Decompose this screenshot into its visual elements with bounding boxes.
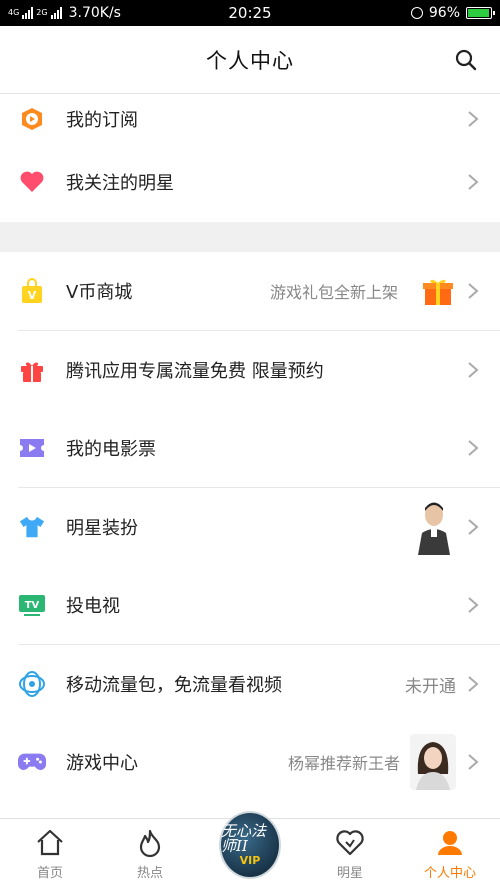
alarm-icon: [410, 7, 423, 19]
menu-item-mobile-data[interactable]: 移动流量包，免流量看视频 未开通: [0, 645, 500, 723]
menu-label: 我的电影票: [66, 439, 156, 460]
network-speed: 3.70K/s: [68, 5, 121, 21]
user-icon: [438, 831, 462, 855]
menu-label: 我关注的明星: [66, 173, 174, 194]
vip-badge-label: VIP: [239, 853, 261, 867]
menu-item-star-outfit[interactable]: 明星装扮: [0, 488, 500, 566]
battery-percent: 96%: [428, 5, 460, 21]
chevron-right-icon: [468, 362, 479, 378]
chevron-right-icon: [468, 111, 479, 127]
search-icon[interactable]: [454, 48, 478, 72]
tab-vip[interactable]: 无心法师II VIP: [200, 811, 300, 888]
menu-label: 我的订阅: [66, 110, 138, 131]
flame-icon: [139, 829, 161, 858]
menu-hint: 未开通: [405, 676, 456, 697]
tab-stars[interactable]: 明星: [300, 819, 400, 888]
home-icon: [37, 829, 63, 856]
title-bar: 个人中心: [0, 26, 500, 94]
chevron-right-icon: [468, 440, 479, 456]
menu-label: 移动流量包，免流量看视频: [66, 675, 282, 696]
menu-item-subscription[interactable]: 我的订阅: [0, 95, 500, 143]
gift-promo-icon: [423, 279, 453, 305]
page-title: 个人中心: [206, 48, 294, 73]
menu-label: 游戏中心: [66, 753, 138, 774]
chevron-right-icon: [468, 519, 479, 535]
status-right: 96%: [410, 5, 495, 21]
menu-list: 我的订阅 我关注的明星 V V币商城 游戏礼包全新上架 腾讯应用专属流量免费 限…: [0, 95, 500, 801]
section-gap: [0, 222, 500, 252]
menu-hint: 游戏礼包全新上架: [269, 283, 398, 302]
svg-text:TV: TV: [25, 600, 40, 611]
battery-icon: [466, 7, 495, 19]
menu-label: 明星装扮: [66, 518, 138, 539]
menu-item-tencent-data[interactable]: 腾讯应用专属流量免费 限量预约: [0, 331, 500, 409]
tab-profile[interactable]: 个人中心: [400, 819, 500, 888]
network-4g-label: 4G: [8, 8, 20, 17]
heart-icon: [18, 168, 46, 196]
star-avatar-image: [410, 499, 456, 555]
battery-fill: [468, 9, 490, 17]
gamepad-icon: [18, 748, 46, 776]
menu-item-vcoin-mall[interactable]: V V币商城 游戏礼包全新上架: [0, 252, 500, 330]
menu-item-game-center[interactable]: 游戏中心 杨幂推荐新王者: [0, 723, 500, 801]
tab-label: 首页: [36, 866, 63, 881]
china-mobile-icon: [18, 670, 46, 698]
ticket-play-icon: [18, 434, 46, 462]
menu-item-cast-tv[interactable]: TV 投电视: [0, 566, 500, 644]
tshirt-icon: [18, 513, 46, 541]
vip-badge-title: 无心法师II: [221, 821, 267, 855]
tab-label: 明星: [336, 866, 363, 881]
heart-outline-icon: [336, 830, 364, 856]
menu-label: 腾讯应用专属流量免费 限量预约: [66, 361, 324, 382]
menu-label: V币商城: [66, 282, 133, 303]
star-avatar-image: [410, 734, 456, 790]
tab-home[interactable]: 首页: [0, 819, 100, 888]
signal-icon-2: [50, 7, 62, 19]
menu-item-movie-tickets[interactable]: 我的电影票: [0, 409, 500, 487]
menu-hint: 杨幂推荐新王者: [287, 754, 400, 773]
vip-promo-badge: 无心法师II VIP: [219, 811, 281, 879]
chevron-right-icon: [468, 174, 479, 190]
bottom-tab-bar: 首页 热点 无心法师II VIP 明星 个人中心: [0, 811, 500, 888]
play-subscription-icon: [18, 105, 46, 133]
menu-label: 投电视: [66, 596, 120, 617]
svg-text:V: V: [28, 289, 37, 302]
menu-item-followed-stars[interactable]: 我关注的明星: [0, 143, 500, 221]
shopping-bag-icon: V: [18, 277, 46, 305]
chevron-right-icon: [468, 597, 479, 613]
tab-label: 热点: [136, 866, 163, 881]
status-left: 4G 2G 3.70K/s: [8, 5, 121, 21]
tab-hot[interactable]: 热点: [100, 819, 200, 888]
gift-box-icon: [18, 356, 46, 384]
tab-label: 个人中心: [423, 866, 476, 881]
tv-icon: TV: [18, 591, 46, 619]
chevron-right-icon: [468, 676, 479, 692]
signal-icon: [22, 7, 34, 19]
network-2g-label: 2G: [36, 8, 48, 17]
chevron-right-icon: [468, 283, 479, 299]
chevron-right-icon: [468, 754, 479, 770]
status-bar: 4G 2G 3.70K/s 20:25 96%: [0, 0, 500, 26]
